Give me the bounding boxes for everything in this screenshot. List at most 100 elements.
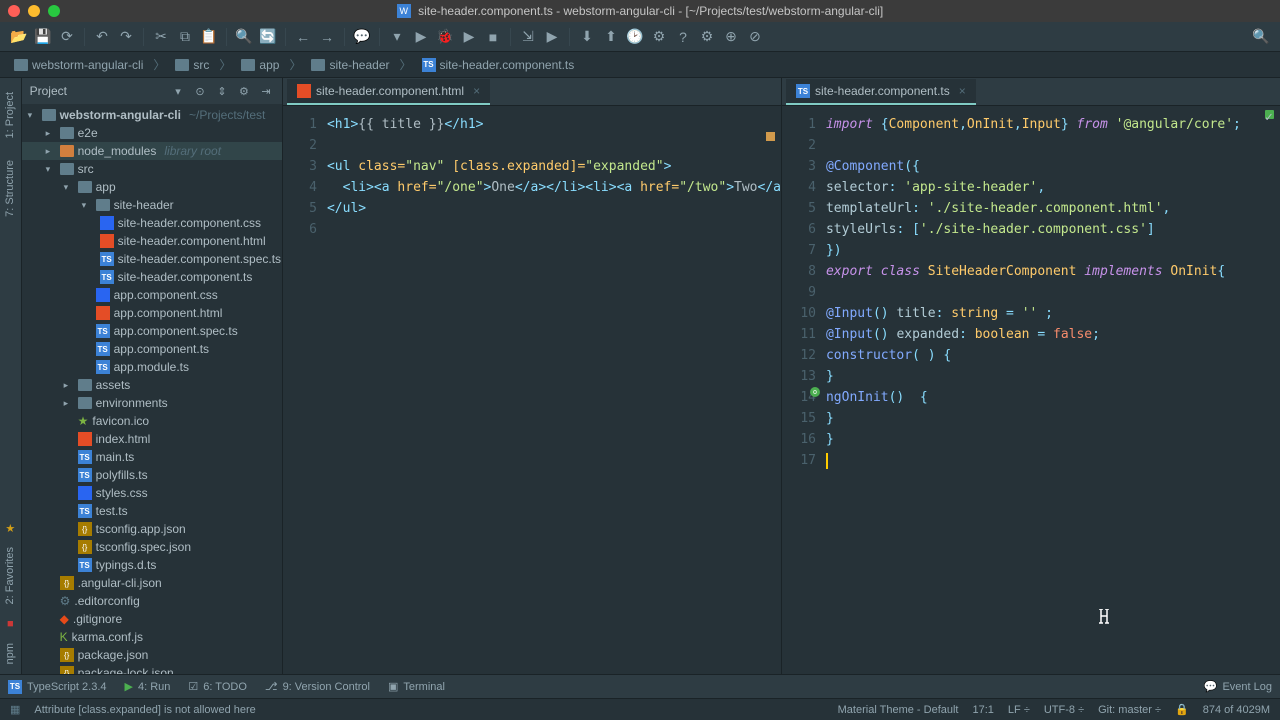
close-tab-icon[interactable]: ×	[473, 84, 480, 98]
tree-e2e[interactable]: ▸e2e	[22, 124, 282, 142]
project-tree[interactable]: ▾webstorm-angular-cli~/Projects/test ▸e2…	[22, 104, 282, 674]
vcs-commit-icon[interactable]: ⬆	[600, 26, 622, 48]
tree-file[interactable]: ⚙.editorconfig	[22, 592, 282, 610]
help-icon[interactable]: ?	[672, 26, 694, 48]
play-icon[interactable]: ▶	[410, 26, 432, 48]
tree-file[interactable]: {}tsconfig.app.json	[22, 520, 282, 538]
editor-body-right[interactable]: ✓ o 1234567891011121314151617 import {Co…	[782, 106, 1280, 674]
tree-file[interactable]: index.html	[22, 430, 282, 448]
crumb-project[interactable]: webstorm-angular-cli	[6, 56, 151, 74]
vcs-tool[interactable]: ⎇9: Version Control	[265, 680, 370, 693]
copy-icon[interactable]: ⧉	[174, 26, 196, 48]
status-encoding[interactable]: UTF-8 ÷	[1044, 704, 1084, 716]
tree-file[interactable]: TSmain.ts	[22, 448, 282, 466]
crumb-site-header[interactable]: site-header	[303, 56, 397, 74]
tree-file[interactable]: ★favicon.ico	[22, 412, 282, 430]
coverage-icon[interactable]: ▶	[458, 26, 480, 48]
tree-file[interactable]: styles.css	[22, 484, 282, 502]
typescript-widget[interactable]: TSTypeScript 2.3.4	[8, 680, 107, 694]
hide-icon[interactable]: ⇥	[258, 83, 274, 99]
tree-environments[interactable]: ▸environments	[22, 394, 282, 412]
tab-structure[interactable]: 7: Structure	[1, 150, 19, 227]
status-line-sep[interactable]: LF ÷	[1008, 704, 1030, 716]
tree-file[interactable]: site-header.component.html	[22, 232, 282, 250]
ok-stripe-icon[interactable]: ✓	[1265, 110, 1274, 119]
tree-app[interactable]: ▾app	[22, 178, 282, 196]
chevron-down-icon[interactable]: ▾	[170, 83, 186, 99]
code-content[interactable]: <h1>{{ title }}</h1> <ul class="nav" [cl…	[327, 106, 781, 674]
terminal-tool[interactable]: ▣Terminal	[388, 680, 445, 693]
more-icon[interactable]: ⊕	[720, 26, 742, 48]
run-icon-2[interactable]: ▶	[541, 26, 563, 48]
status-theme[interactable]: Material Theme - Default	[838, 704, 959, 716]
redo-icon[interactable]: ↷	[115, 26, 137, 48]
tree-assets[interactable]: ▸assets	[22, 376, 282, 394]
debug-icon[interactable]: 🐞	[434, 26, 456, 48]
event-log[interactable]: 💬Event Log	[1204, 680, 1272, 693]
tab-html-file[interactable]: site-header.component.html ×	[287, 79, 490, 105]
favorites-star-icon[interactable]: ★	[3, 521, 17, 535]
back-icon[interactable]: ←	[292, 26, 314, 48]
todo-tool[interactable]: ☑6: TODO	[188, 680, 246, 693]
lock-icon[interactable]: 🔒	[1175, 703, 1189, 716]
stop-icon[interactable]: ■	[482, 26, 504, 48]
code-content[interactable]: import {Component,OnInit,Input} from '@a…	[826, 106, 1280, 674]
crumb-src[interactable]: src	[167, 56, 217, 74]
vcs-history-icon[interactable]: 🕑	[624, 26, 646, 48]
settings-icon[interactable]: ⚙	[648, 26, 670, 48]
override-marker-icon[interactable]: o	[810, 387, 820, 397]
tree-file[interactable]: TSsite-header.component.spec.ts	[22, 250, 282, 268]
tree-file[interactable]: Kkarma.conf.js	[22, 628, 282, 646]
run-config-dropdown[interactable]: ▾	[386, 26, 408, 48]
tab-npm[interactable]: npm	[1, 633, 19, 674]
tree-root[interactable]: ▾webstorm-angular-cli~/Projects/test	[22, 106, 282, 124]
find-icon[interactable]: 🔍	[233, 26, 255, 48]
tab-project[interactable]: 1: Project	[1, 82, 19, 148]
vcs-update-icon[interactable]: ⬇	[576, 26, 598, 48]
tree-file[interactable]: TStypings.d.ts	[22, 556, 282, 574]
tree-file[interactable]: app.component.css	[22, 286, 282, 304]
tree-file[interactable]: {}package-lock.json	[22, 664, 282, 674]
target-icon[interactable]: ⊙	[192, 83, 208, 99]
status-caret[interactable]: 17:1	[973, 704, 994, 716]
tree-file[interactable]: ◆.gitignore	[22, 610, 282, 628]
replace-icon[interactable]: 🔄	[257, 26, 279, 48]
crumb-file[interactable]: TSsite-header.component.ts	[414, 56, 583, 74]
run-tool[interactable]: ▶4: Run	[125, 680, 171, 693]
undo-icon[interactable]: ↶	[91, 26, 113, 48]
tree-file[interactable]: TSpolyfills.ts	[22, 466, 282, 484]
tree-src[interactable]: ▾src	[22, 160, 282, 178]
tree-file[interactable]: {}.angular-cli.json	[22, 574, 282, 592]
tree-file[interactable]: {}tsconfig.spec.json	[22, 538, 282, 556]
search-everywhere-icon[interactable]: 🔍	[1250, 26, 1272, 48]
cut-icon[interactable]: ✂	[150, 26, 172, 48]
status-git[interactable]: Git: master ÷	[1098, 704, 1161, 716]
collapse-icon[interactable]: ⇕	[214, 83, 230, 99]
gear-icon[interactable]: ⚙	[236, 83, 252, 99]
save-icon[interactable]: 💾	[32, 26, 54, 48]
tree-file[interactable]: TSsite-header.component.ts	[22, 268, 282, 286]
status-memory[interactable]: 874 of 4029M	[1203, 704, 1270, 716]
open-icon[interactable]: 📂	[8, 26, 30, 48]
extra-icon[interactable]: ⊘	[744, 26, 766, 48]
tree-node-modules[interactable]: ▸node_moduleslibrary root	[22, 142, 282, 160]
forward-icon[interactable]: →	[316, 26, 338, 48]
paste-icon[interactable]: 📋	[198, 26, 220, 48]
tab-ts-file[interactable]: TS site-header.component.ts ×	[786, 79, 976, 105]
chat-icon[interactable]: 💬	[351, 26, 373, 48]
npm-icon[interactable]: ■	[3, 617, 17, 631]
tree-file[interactable]: TStest.ts	[22, 502, 282, 520]
close-tab-icon[interactable]: ×	[959, 84, 966, 98]
tree-file[interactable]: {}package.json	[22, 646, 282, 664]
tree-file[interactable]: TSapp.component.spec.ts	[22, 322, 282, 340]
tree-file[interactable]: TSapp.module.ts	[22, 358, 282, 376]
tree-file[interactable]: app.component.html	[22, 304, 282, 322]
tree-site-header[interactable]: ▾site-header	[22, 196, 282, 214]
error-stripe-icon[interactable]	[766, 132, 775, 141]
crumb-app[interactable]: app	[233, 56, 287, 74]
deploy-icon[interactable]: ⇲	[517, 26, 539, 48]
tree-file[interactable]: site-header.component.css	[22, 214, 282, 232]
refresh-icon[interactable]: ⟳	[56, 26, 78, 48]
editor-body-left[interactable]: 123456 <h1>{{ title }}</h1> <ul class="n…	[283, 106, 781, 674]
config-icon[interactable]: ⚙	[696, 26, 718, 48]
